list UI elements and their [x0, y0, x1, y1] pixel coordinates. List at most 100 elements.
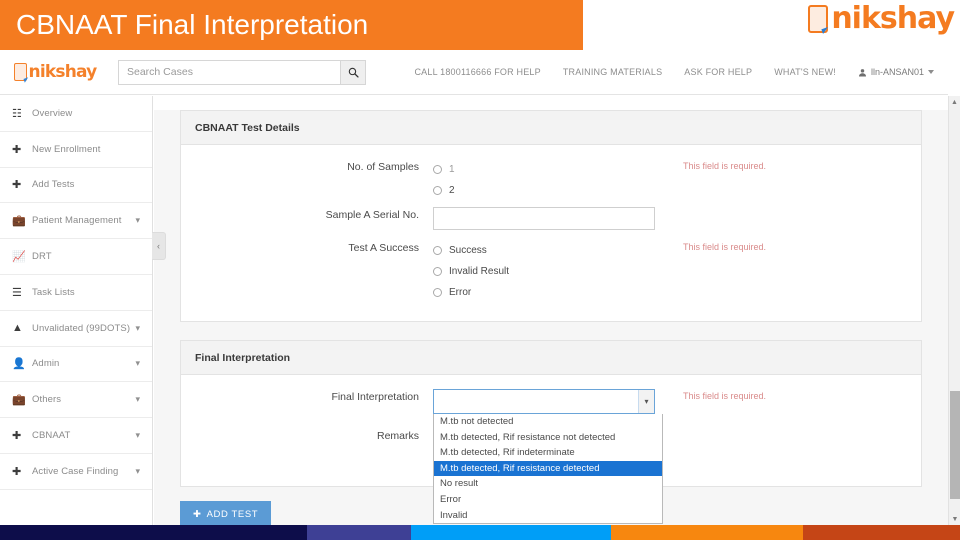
sidebar-item-label: Unvalidated (99DOTS) — [32, 322, 131, 334]
radio-button-error[interactable] — [433, 288, 442, 297]
final-interpretation-select[interactable]: ▾ M.tb not detected M.tb detected, Rif r… — [433, 389, 663, 525]
mobile-phone-icon — [808, 5, 829, 33]
chart-icon: 📈 — [12, 251, 26, 264]
field-final-interpretation: Final Interpretation ▾ M.tb not detected… — [181, 389, 921, 525]
validation-error-final-interpretation: This field is required. — [683, 391, 767, 401]
field-test-a-success: Test A Success Success Invalid Result Er… — [181, 240, 921, 303]
plus-icon: ✚ — [12, 179, 22, 192]
field-label: Remarks — [376, 430, 419, 442]
nav-link-training-materials[interactable]: TRAINING MATERIALS — [563, 67, 662, 77]
slide-screen: CBNAAT Final Interpretation nikshay niks… — [0, 0, 960, 540]
plus-icon: ✚ — [193, 509, 202, 520]
nav-link-ask-for-help[interactable]: ASK FOR HELP — [684, 67, 752, 77]
brand-wordmark: nikshay — [831, 1, 955, 36]
overview-icon: ☷ — [12, 107, 22, 120]
radio-label: Invalid Result — [449, 266, 510, 277]
chevron-down-icon[interactable]: ▾ — [638, 390, 654, 413]
sidebar-item-label: CBNAAT — [32, 430, 71, 442]
sidebar-item-admin[interactable]: 👤 Admin ▾ — [0, 347, 152, 383]
sidebar-item-active-case-finding[interactable]: ✚ Active Case Finding ▾ — [0, 454, 152, 490]
sidebar-item-label: Add Tests — [32, 179, 75, 191]
app-header: nikshay CALL 1800116666 FOR HELP TRAININ… — [0, 50, 948, 95]
nav-link-call-help[interactable]: CALL 1800116666 FOR HELP — [414, 67, 540, 77]
nav-link-whats-new[interactable]: WHAT'S NEW! — [774, 67, 836, 77]
validation-error-no-of-samples: This field is required. — [683, 161, 767, 171]
sidebar-item-drt[interactable]: 📈 DRT — [0, 239, 152, 275]
radio-option[interactable]: 2 — [433, 180, 655, 201]
field-no-of-samples: No. of Samples 1 2 This field is require… — [181, 159, 921, 201]
panel-title-final-interpretation: Final Interpretation — [181, 341, 921, 375]
sidebar-item-overview[interactable]: ☷ Overview — [0, 96, 152, 132]
content-top-spacer — [154, 96, 948, 110]
nikshay-logo: nikshay — [808, 1, 955, 36]
sidebar-item-patient-management[interactable]: 💼 Patient Management ▾ — [0, 203, 152, 240]
plus-icon: ✚ — [12, 465, 22, 478]
footer-block-lightblue — [411, 525, 611, 540]
select-option-mtb-not-detected[interactable]: M.tb not detected — [434, 414, 662, 430]
radio-button-samples-1[interactable] — [433, 165, 442, 174]
radio-option[interactable]: Error — [433, 282, 655, 303]
select-option-no-result[interactable]: No result — [434, 476, 662, 492]
plus-icon: ✚ — [12, 143, 22, 156]
radio-label: 2 — [449, 185, 455, 196]
radio-label: Success — [449, 245, 487, 256]
sidebar-item-task-lists[interactable]: ☰ Task Lists — [0, 275, 152, 311]
radio-option[interactable]: 1 — [433, 159, 655, 180]
briefcase-icon: 💼 — [12, 215, 26, 228]
select-option-mtb-detected-rif-indeterminate[interactable]: M.tb detected, Rif indeterminate — [434, 445, 662, 461]
radio-button-success[interactable] — [433, 246, 442, 255]
sidebar-item-label: Admin — [32, 358, 60, 370]
chevron-down-icon: ▾ — [135, 430, 140, 441]
cbnaat-test-details-panel: CBNAAT Test Details No. of Samples 1 2 T… — [180, 110, 922, 322]
panel-body-final-interpretation: Final Interpretation ▾ M.tb not detected… — [181, 375, 921, 525]
scroll-up-arrow[interactable]: ▲ — [949, 96, 960, 108]
app-brand-wordmark: nikshay — [28, 62, 98, 82]
search-button[interactable] — [340, 59, 366, 85]
select-option-mtb-detected-rif-detected[interactable]: M.tb detected, Rif resistance detected — [434, 460, 662, 477]
user-menu[interactable]: lln-ANSAN01 — [858, 67, 934, 77]
sidebar-item-add-tests[interactable]: ✚ Add Tests — [0, 168, 152, 204]
radio-option[interactable]: Invalid Result — [433, 261, 655, 282]
sample-a-serial-no-input[interactable] — [433, 207, 655, 230]
slide-title-banner: CBNAAT Final Interpretation — [0, 0, 583, 50]
final-interpretation-panel: Final Interpretation Final Interpretatio… — [180, 340, 922, 525]
sidebar-item-others[interactable]: 💼 Others ▾ — [0, 382, 152, 419]
select-option-mtb-detected-rif-not-detected[interactable]: M.tb detected, Rif resistance not detect… — [434, 430, 662, 446]
radio-group-no-of-samples: 1 2 — [433, 159, 655, 201]
vertical-scrollbar[interactable]: ▲ ▼ — [948, 96, 960, 525]
select-control[interactable]: ▾ — [433, 389, 655, 414]
list-icon: ☰ — [12, 286, 22, 299]
user-icon: 👤 — [12, 358, 26, 371]
radio-label: 1 — [449, 164, 455, 175]
app-nikshay-logo[interactable]: nikshay — [0, 62, 110, 82]
sidebar-item-label: New Enrollment — [32, 143, 101, 155]
radio-button-samples-2[interactable] — [433, 186, 442, 195]
field-label: Sample A Serial No. — [325, 209, 419, 221]
select-option-invalid[interactable]: Invalid — [434, 508, 662, 524]
footer-block-navy — [0, 525, 307, 540]
select-container: ▾ M.tb not detected M.tb detected, Rif r… — [433, 389, 663, 525]
chevron-down-icon: ▾ — [135, 465, 140, 476]
sidebar-collapse-toggle[interactable]: ‹ — [152, 232, 166, 260]
scrollbar-thumb[interactable] — [950, 391, 960, 499]
sidebar-item-new-enrollment[interactable]: ✚ New Enrollment — [0, 132, 152, 168]
scroll-down-arrow[interactable]: ▼ — [949, 513, 960, 525]
sidebar-item-unvalidated-99dots[interactable]: ▲ Unvalidated (99DOTS) ▾ — [0, 311, 152, 347]
sidebar-item-cbnaat[interactable]: ✚ CBNAAT ▾ — [0, 418, 152, 454]
panel-body-test-details: No. of Samples 1 2 This field is require… — [181, 145, 921, 321]
sidebar-item-label: Others — [32, 394, 62, 406]
main-content: CBNAAT Test Details No. of Samples 1 2 T… — [154, 96, 948, 525]
search-icon — [348, 67, 359, 78]
footer-block-indigo — [307, 525, 411, 540]
briefcase-icon: 💼 — [12, 394, 26, 407]
field-label: Test A Success — [348, 242, 419, 254]
radio-group-test-a-success: Success Invalid Result Error — [433, 240, 655, 303]
field-sample-a-serial-no: Sample A Serial No. — [181, 207, 921, 230]
select-option-error[interactable]: Error — [434, 492, 662, 508]
field-label: No. of Samples — [347, 161, 419, 173]
search-input[interactable] — [118, 59, 340, 85]
input-wrap — [433, 207, 655, 230]
radio-button-invalid-result[interactable] — [433, 267, 442, 276]
radio-option[interactable]: Success — [433, 240, 655, 261]
add-test-button[interactable]: ✚ ADD TEST — [180, 501, 272, 525]
